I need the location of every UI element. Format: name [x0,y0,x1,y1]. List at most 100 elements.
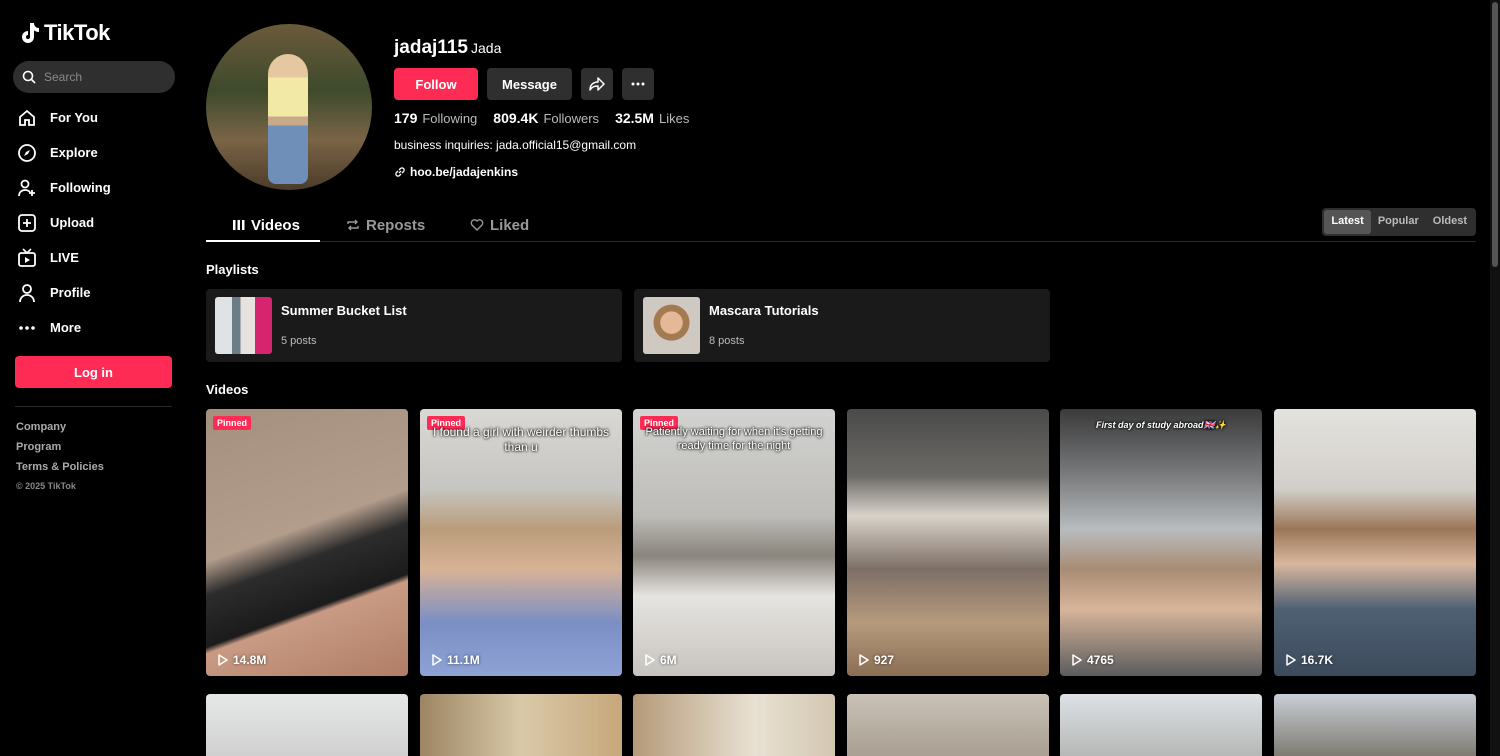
view-count-text: 4765 [1087,653,1114,667]
video-card[interactable] [1274,694,1476,756]
stat-label: Following [422,111,478,126]
profile-link[interactable]: hoo.be/jadajenkins [394,165,518,179]
nav-label: Profile [50,285,91,300]
heart-icon [470,219,484,231]
video-caption: First day of study abroad🇬🇧✨ [1096,420,1226,430]
nav-label: For You [50,110,98,125]
message-button[interactable]: Message [487,68,572,100]
avatar-figure [268,54,308,184]
stat-label: Likes [658,111,690,126]
stat-label: Followers [543,111,600,126]
video-card[interactable] [847,694,1049,756]
view-count: 6M [645,653,677,667]
compass-icon [16,142,38,164]
pinned-badge: Pinned [213,416,252,430]
tab-videos[interactable]: Videos [233,208,300,242]
play-icon [645,654,655,666]
playlist-card[interactable]: Mascara Tutorials 8 posts [634,289,1050,362]
stat-likes: 32.5M Likes [615,110,689,128]
video-card[interactable] [1060,694,1262,756]
stat-followers[interactable]: 809.4K Followers [493,110,599,128]
footer-links: Company Program Terms & Policies © 2025 … [16,421,104,491]
nav-item-more[interactable]: More [16,310,111,345]
nav-item-live[interactable]: LIVE [16,240,111,275]
play-icon [859,654,869,666]
sort-oldest[interactable]: Oldest [1426,210,1474,234]
stat-following[interactable]: 179 Following [394,110,477,128]
video-card[interactable] [420,694,622,756]
footer-link-terms[interactable]: Terms & Policies [16,461,104,473]
share-button[interactable] [581,68,613,100]
video-card[interactable]: Pinned 14.8M [206,409,408,676]
more-dots-icon [631,82,645,86]
tiktok-logo[interactable]: TikTok [18,20,110,46]
scrollbar-thumb[interactable] [1492,2,1498,267]
sort-latest[interactable]: Latest [1324,210,1371,234]
view-count: 927 [859,653,894,667]
playlist-card[interactable]: Summer Bucket List 5 posts [206,289,622,362]
login-button[interactable]: Log in [15,356,172,388]
video-card[interactable] [206,694,408,756]
profile-nickname: Jada [471,40,502,56]
view-count: 16.7K [1286,653,1333,667]
profile-link-text: hoo.be/jadajenkins [410,165,519,179]
stat-number: 809.4K [493,110,539,126]
video-card[interactable]: Pinned I found a girl with weirder thumb… [420,409,622,676]
playlist-name: Summer Bucket List [281,303,407,318]
playlist-name: Mascara Tutorials [709,303,819,318]
playlist-count: 5 posts [281,335,317,347]
search-icon [22,70,36,84]
view-count-text: 16.7K [1301,653,1334,667]
play-icon [1072,654,1082,666]
copyright: © 2025 TikTok [16,481,76,491]
nav-label: Following [50,180,111,195]
profile-main: jadaj115 Jada Follow Message 179 Followin… [206,0,1476,756]
view-count: 11.1M [432,653,480,667]
videos-heading: Videos [206,382,249,397]
stat-number: 179 [394,110,418,126]
tab-label: Liked [490,216,530,234]
nav-item-explore[interactable]: Explore [16,135,111,170]
profile-tabs: Videos Reposts Liked Latest Popular Olde… [206,208,1476,242]
play-icon [432,654,442,666]
profile-actions: Follow Message [394,68,654,100]
tab-label: Reposts [366,216,426,234]
video-card[interactable]: First day of study abroad🇬🇧✨ 4765 [1060,409,1262,676]
tab-liked[interactable]: Liked [470,208,529,242]
sort-popular[interactable]: Popular [1371,210,1426,234]
view-count-text: 6M [660,653,677,667]
more-options-button[interactable] [622,68,654,100]
nav-label: LIVE [50,250,79,265]
search-input[interactable] [44,70,164,84]
video-card[interactable]: Pinned Patiently waiting for when it's g… [633,409,835,676]
video-card[interactable] [633,694,835,756]
footer-link-program[interactable]: Program [16,441,104,453]
sidebar: TikTok For You Explore Following Upload … [0,0,190,756]
playlist-thumbnail [215,297,272,354]
home-icon [16,107,38,129]
search-box[interactable] [13,61,175,93]
footer-link-company[interactable]: Company [16,421,104,433]
tab-reposts[interactable]: Reposts [346,208,425,242]
play-icon [1286,654,1296,666]
main-nav: For You Explore Following Upload LIVE Pr… [16,100,111,345]
live-tv-icon [16,247,38,269]
nav-item-upload[interactable]: Upload [16,205,111,240]
nav-item-following[interactable]: Following [16,170,111,205]
view-count: 14.8M [218,653,266,667]
video-card[interactable]: 927 [847,409,1049,676]
plus-square-icon [16,212,38,234]
follow-button[interactable]: Follow [394,68,478,100]
nav-label: More [50,320,82,335]
user-follow-icon [16,177,38,199]
view-count-text: 927 [874,653,895,667]
nav-item-profile[interactable]: Profile [16,275,111,310]
avatar[interactable] [206,24,372,190]
video-caption: I found a girl with weirder thumbs than … [432,425,610,454]
video-card[interactable]: 16.7K [1274,409,1476,676]
nav-item-for-you[interactable]: For You [16,100,111,135]
repost-icon [347,219,359,231]
sidebar-divider [15,406,172,407]
playlists-heading: Playlists [206,262,259,277]
page-scrollbar[interactable] [1490,0,1500,756]
